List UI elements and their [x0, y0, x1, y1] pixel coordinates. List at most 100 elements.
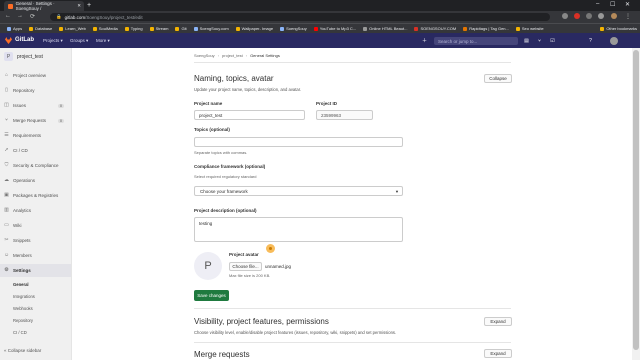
compliance-select[interactable]: Choose your framework ▼ [194, 186, 403, 196]
rocket-icon: ➚ [4, 147, 9, 153]
sidebar-item-wiki[interactable]: ▭ Wiki [0, 219, 71, 232]
other-bookmarks[interactable]: Other bookmarks [600, 26, 637, 31]
sidebar-item-project-overview[interactable]: ⌂ Project overview [0, 69, 71, 82]
compliance-help: Select required regulatory standard [194, 174, 257, 179]
bookmark-item[interactable]: SoengSouy [280, 26, 307, 31]
sidebar-sub-ci-cd[interactable]: CI / CD [0, 326, 71, 338]
bookmark-item[interactable]: SoulMedia [92, 26, 118, 31]
scrollbar-thumb[interactable] [633, 50, 639, 350]
section-title-merge-requests: Merge requests [194, 350, 250, 359]
reload-icon[interactable]: ⟳ [30, 13, 35, 20]
users-icon: ☺ [4, 252, 10, 258]
sidebar-sub-general[interactable]: General [0, 278, 71, 290]
bookmark-item[interactable]: Git [175, 26, 187, 31]
choose-file-button[interactable]: Choose file... [229, 262, 262, 271]
browser-tab[interactable]: General · Settings · SoengSouy / ✕ [4, 1, 84, 11]
bookmark-item[interactable]: Learn_Web [59, 26, 86, 31]
plus-icon[interactable]: ＋ [420, 37, 429, 45]
topics-label: Topics (optional) [194, 127, 230, 132]
site-icon [363, 26, 368, 31]
collapse-button[interactable]: Collapse [484, 74, 512, 83]
doc-icon: ▯ [5, 87, 8, 93]
issues-icon: ◫ [4, 102, 9, 108]
sidebar-sub-repository[interactable]: Repository [0, 314, 71, 326]
sidebar-item-operations[interactable]: ☁ Operations [0, 174, 71, 187]
folder-icon [59, 26, 64, 31]
maximize-icon[interactable]: ☐ [610, 1, 615, 8]
folder-icon [515, 26, 520, 31]
sidebar-item-members[interactable]: ☺ Members [0, 249, 71, 262]
sidebar-item-repository[interactable]: ▯ Repository [0, 84, 71, 97]
extension-icon[interactable] [574, 13, 580, 19]
merge-requests-shortcut-icon[interactable]: ⑂ [535, 37, 544, 45]
gear-icon: ⚙ [4, 267, 9, 273]
topics-help: Separate topics with commas. [194, 150, 248, 155]
folder-icon [235, 26, 240, 31]
bookmark-item[interactable]: Seo website [515, 26, 544, 31]
breadcrumb-current: General Settings [250, 53, 280, 58]
collapse-sidebar-button[interactable]: « Collapse sidebar [4, 348, 41, 353]
sidebar-item-issues[interactable]: ◫ Issues 0 [0, 99, 71, 112]
sidebar-item-analytics[interactable]: ▥ Analytics [0, 204, 71, 217]
expand-visibility-button[interactable]: Expand [484, 317, 512, 326]
project-avatar: P [4, 52, 13, 61]
avatar-max-size: Max file size is 200 KB. [229, 273, 271, 278]
todos-icon[interactable]: ☑ [548, 37, 557, 45]
bookmark-item[interactable]: Typing [124, 26, 143, 31]
bookmark-item[interactable]: SoengSouy.com [193, 26, 229, 31]
profile-avatar-icon[interactable] [611, 13, 617, 19]
sidebar-item-packages[interactable]: ▣ Packages & Registries [0, 189, 71, 202]
bookmark-item[interactable]: Online HTML Beaut... [363, 26, 407, 31]
search-input[interactable]: Search or jump to... [434, 37, 518, 45]
compliance-label: Compliance framework (optional) [194, 164, 266, 169]
description-textarea[interactable]: testing [194, 217, 403, 242]
merge-requests-count: 0 [58, 118, 64, 123]
url-field[interactable]: 🔒 gitlab.com/SoengSouy/project_test/edit [50, 13, 550, 21]
sidebar-sub-webhooks[interactable]: Webhooks [0, 302, 71, 314]
sidebar-item-settings[interactable]: ⚙ Settings [0, 264, 71, 277]
more-menu[interactable]: More ▾ [96, 38, 110, 44]
window-close-icon[interactable]: ✕ [625, 1, 630, 8]
extension-icon[interactable] [562, 13, 568, 19]
extension-icon[interactable] [586, 13, 592, 19]
breadcrumb-item[interactable]: SoengSouy [194, 53, 215, 58]
section-description-visibility: Choose visibility level, enable/disable … [194, 330, 397, 335]
issues-count: 0 [58, 103, 64, 108]
user-avatar[interactable] [610, 37, 618, 45]
sidebar-item-snippets[interactable]: ✂ Snippets [0, 234, 71, 247]
bookmark-item[interactable]: Database [29, 26, 52, 31]
topics-input[interactable] [194, 137, 403, 147]
expand-merge-requests-button[interactable]: Expand [484, 349, 512, 358]
forward-icon[interactable]: → [17, 13, 23, 19]
issues-shortcut-icon[interactable]: ▤ [522, 37, 531, 45]
project-name-input[interactable]: project_test [194, 110, 305, 120]
extension-icon[interactable] [598, 13, 604, 19]
apps-icon [7, 26, 11, 31]
bookmark-item[interactable]: Wallpaper- Image [235, 26, 273, 31]
bookmark-item[interactable]: Rapidtags | Tag Gen... [463, 26, 509, 31]
help-icon[interactable]: ? [586, 37, 595, 45]
sidebar-project-header[interactable]: P project_test [4, 52, 43, 61]
sidebar-item-merge-requests[interactable]: ⑂ Merge Requests 0 [0, 114, 71, 127]
chrome-menu-icon[interactable]: ⋮ [625, 13, 631, 20]
sidebar-item-requirements[interactable]: ☰ Requirements [0, 129, 71, 142]
back-icon[interactable]: ← [5, 13, 11, 19]
project-avatar-large: P [194, 252, 222, 280]
minimize-icon[interactable]: – [596, 1, 599, 7]
sidebar-item-ci-cd[interactable]: ➚ CI / CD [0, 144, 71, 157]
bookmark-item[interactable]: YouTube to Mp3 C... [313, 26, 356, 31]
new-tab-button[interactable]: + [87, 2, 91, 9]
save-changes-button[interactable]: Save changes [194, 290, 229, 301]
bookmark-item[interactable]: Apps [7, 26, 22, 31]
bookmark-item[interactable]: Stream [149, 26, 168, 31]
package-icon: ▣ [4, 192, 9, 198]
breadcrumb-item[interactable]: project_test [222, 53, 243, 58]
project-name: project_test [17, 53, 43, 60]
groups-menu[interactable]: Groups ▾ [70, 38, 88, 44]
projects-menu[interactable]: Projects ▾ [43, 38, 63, 44]
gitlab-brand[interactable]: GitLab [15, 37, 34, 43]
sidebar-sub-integrations[interactable]: Integrations [0, 290, 71, 302]
sidebar-item-security[interactable]: ⛉ Security & Compliance [0, 159, 71, 172]
bookmark-item[interactable]: SOENGSOUY.COM [414, 26, 456, 31]
tab-close-icon[interactable]: ✕ [77, 3, 81, 9]
